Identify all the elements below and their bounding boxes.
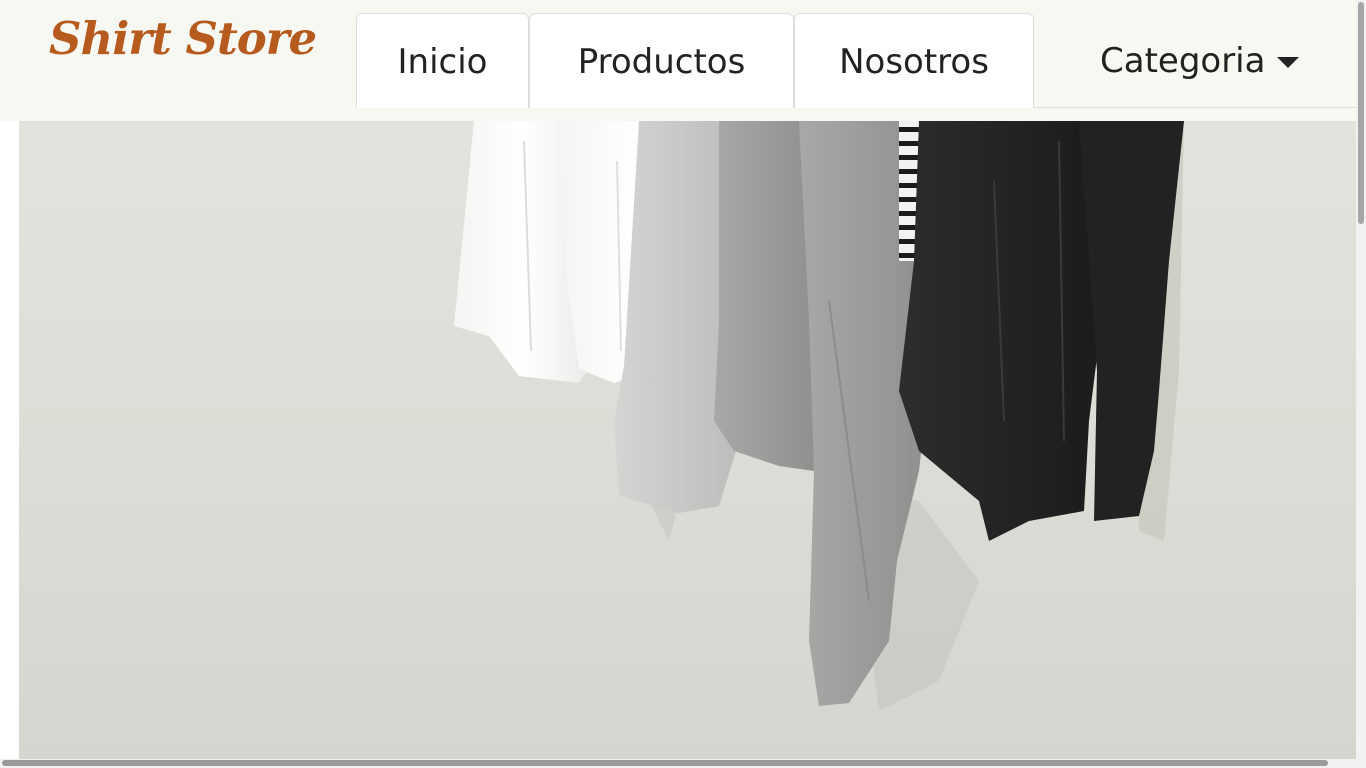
brand-logo[interactable]: Shirt Store bbox=[49, 12, 317, 65]
category-dropdown[interactable]: Categoria bbox=[1100, 13, 1300, 108]
vertical-scrollbar-thumb[interactable] bbox=[1358, 2, 1364, 224]
nav-tab-productos[interactable]: Productos bbox=[529, 13, 794, 108]
nav-tab-label: Inicio bbox=[397, 42, 488, 82]
nav-tab-nosotros[interactable]: Nosotros bbox=[794, 13, 1034, 108]
nav-tab-label: Nosotros bbox=[839, 42, 989, 82]
hanging-shirts-illustration bbox=[454, 121, 1184, 711]
vertical-scrollbar[interactable] bbox=[1356, 0, 1366, 768]
caret-down-icon bbox=[1277, 57, 1300, 68]
category-dropdown-label: Categoria bbox=[1100, 40, 1266, 81]
nav-tab-label: Productos bbox=[577, 42, 746, 82]
navbar: Shirt Store Inicio Productos Nosotros Ca… bbox=[0, 0, 1356, 121]
shirt-black bbox=[899, 121, 1104, 541]
horizontal-scrollbar[interactable] bbox=[0, 759, 1356, 768]
hero-image bbox=[19, 121, 1356, 760]
horizontal-scrollbar-thumb[interactable] bbox=[2, 760, 1328, 766]
nav-tab-inicio[interactable]: Inicio bbox=[356, 13, 529, 108]
